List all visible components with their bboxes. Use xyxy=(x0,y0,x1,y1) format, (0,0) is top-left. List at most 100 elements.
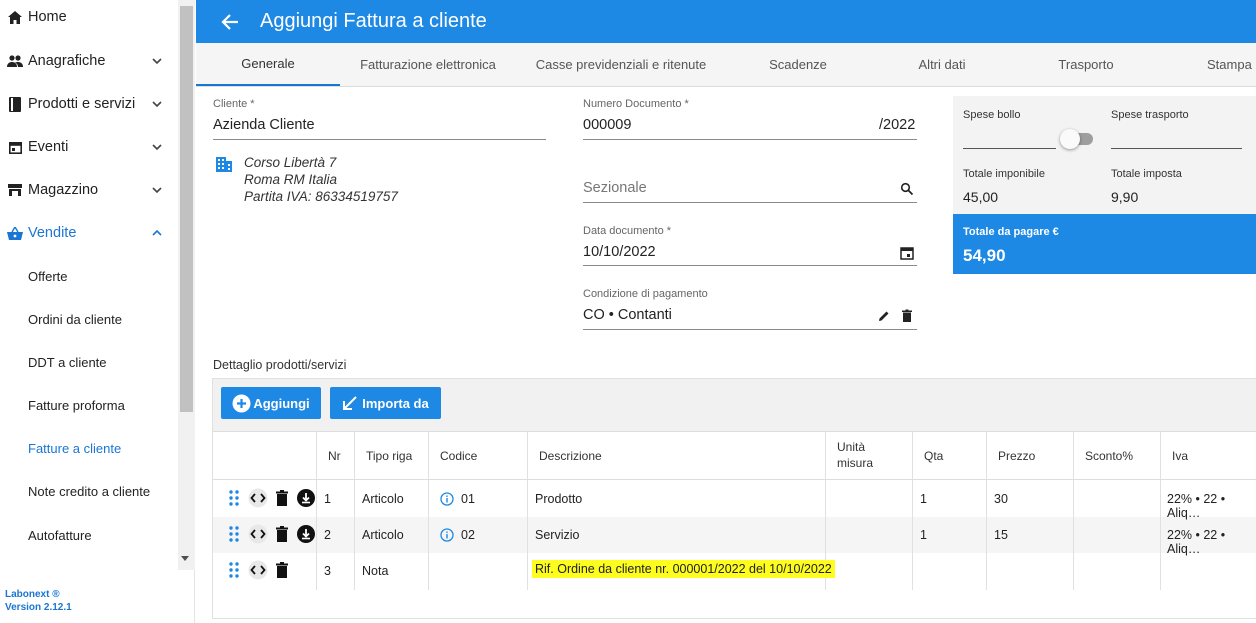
totale-imposta-label: Totale imposta xyxy=(1111,168,1182,180)
cell-qta[interactable]: 1 xyxy=(920,492,927,506)
column-header-prezzo: Prezzo xyxy=(998,449,1036,463)
home-icon xyxy=(7,9,23,25)
cliente-field[interactable]: Azienda Cliente xyxy=(213,117,315,133)
import-button[interactable]: Importa da xyxy=(330,387,441,419)
cell-qta[interactable]: 1 xyxy=(920,528,927,542)
add-circle-icon xyxy=(232,394,251,412)
add-row-button[interactable]: Aggiungi xyxy=(221,387,321,419)
drag-handle-icon[interactable] xyxy=(224,560,244,580)
delete-row-icon[interactable] xyxy=(272,560,292,580)
download-icon[interactable] xyxy=(296,524,316,544)
delete-row-icon[interactable] xyxy=(272,488,292,508)
numero-documento-label: Numero Documento * xyxy=(583,98,689,110)
sezionale-input[interactable]: Sezionale xyxy=(583,180,647,196)
sidebar-subitem-note-credito[interactable]: Note credito a cliente xyxy=(28,479,150,503)
tab-fatturazione-elettronica[interactable]: Fatturazione elettronica xyxy=(340,43,516,86)
cell-prezzo[interactable]: 30 xyxy=(994,492,1008,506)
download-icon[interactable] xyxy=(296,488,316,508)
column-header-codice: Codice xyxy=(440,449,478,463)
tab-stampa[interactable]: Stampa xyxy=(1186,43,1256,86)
column-header-descrizione: Descrizione xyxy=(539,449,602,463)
cell-prezzo[interactable]: 15 xyxy=(994,528,1008,542)
row-actions xyxy=(224,560,292,580)
sidebar-subitem-fatture[interactable]: Fatture a cliente xyxy=(28,436,121,460)
cliente-underline xyxy=(213,139,546,140)
drag-handle-icon[interactable] xyxy=(224,488,244,508)
cell-iva[interactable]: 22% • 22 • Aliq… xyxy=(1167,528,1256,556)
tab-trasporto[interactable]: Trasporto xyxy=(1014,43,1158,86)
import-button-label: Importa da xyxy=(362,395,429,411)
sidebar-item-home[interactable]: Home xyxy=(0,2,178,32)
data-documento-field[interactable]: 10/10/2022 xyxy=(583,244,656,260)
page-title: Aggiungi Fattura a cliente xyxy=(260,10,487,32)
totale-pagare-label: Totale da pagare € xyxy=(963,226,1059,238)
column-divider xyxy=(527,432,528,590)
cell-tipo: Articolo xyxy=(362,492,404,506)
spese-bollo-toggle-knob[interactable] xyxy=(1060,129,1080,149)
chevron-down-icon xyxy=(152,144,162,151)
address-vat: Partita IVA: 86334519757 xyxy=(244,189,398,204)
cell-codice: 02 xyxy=(461,528,475,542)
tab-casse-previdenziali[interactable]: Casse previdenziali e ritenute xyxy=(516,43,726,86)
spese-bollo-label: Spese bollo xyxy=(963,109,1021,121)
sidebar-subitem-offerte[interactable]: Offerte xyxy=(28,264,68,288)
edit-icon[interactable] xyxy=(877,309,891,323)
data-underline xyxy=(583,265,917,266)
sidebar-item-anagrafiche[interactable]: Anagrafiche xyxy=(0,46,178,76)
cell-codice: 01 xyxy=(461,492,475,506)
basket-icon xyxy=(7,225,23,241)
cell-descrizione[interactable]: Rif. Ordine da cliente nr. 000001/2022 d… xyxy=(532,560,835,578)
sidebar-item-label: Home xyxy=(28,9,67,25)
sidebar-item-magazzino[interactable]: Magazzino xyxy=(0,175,178,205)
column-header-qta: Qta xyxy=(924,449,944,463)
cell-descrizione[interactable]: Servizio xyxy=(535,528,579,542)
sidebar: Home Anagrafiche Prodotti e servizi Even… xyxy=(0,0,195,623)
delete-row-icon[interactable] xyxy=(272,524,292,544)
column-header-unita-line2: misura xyxy=(837,456,874,470)
sidebar-scrollbar-thumb[interactable] xyxy=(180,6,193,412)
condizione-pagamento-field[interactable]: CO • Contanti xyxy=(583,307,672,323)
cell-descrizione[interactable]: Prodotto xyxy=(535,492,582,506)
cell-nr: 1 xyxy=(324,492,331,506)
totale-pagare-value: 54,90 xyxy=(963,246,1006,265)
info-icon[interactable] xyxy=(440,528,454,542)
numero-documento-field[interactable]: 000009 xyxy=(583,117,631,133)
cell-iva[interactable]: 22% • 22 • Aliq… xyxy=(1167,492,1256,520)
chevron-down-icon xyxy=(152,187,162,194)
drag-handle-icon[interactable] xyxy=(224,524,244,544)
sidebar-subitem-ordini[interactable]: Ordini da cliente xyxy=(28,307,122,331)
code-icon[interactable] xyxy=(248,524,268,544)
details-section-title: Dettaglio prodotti/servizi xyxy=(213,358,347,372)
calendar-icon[interactable] xyxy=(900,246,914,260)
info-icon[interactable] xyxy=(440,492,454,506)
row-actions xyxy=(224,524,316,544)
search-icon[interactable] xyxy=(900,182,914,196)
column-divider xyxy=(1073,432,1074,590)
sezionale-underline xyxy=(583,202,917,203)
people-icon xyxy=(7,53,23,69)
sidebar-item-vendite[interactable]: Vendite xyxy=(0,218,178,248)
condizione-pagamento-label: Condizione di pagamento xyxy=(583,288,708,300)
delete-icon[interactable] xyxy=(900,309,914,323)
building-icon xyxy=(216,157,232,172)
column-divider xyxy=(986,432,987,590)
cell-tipo: Articolo xyxy=(362,528,404,542)
address-city: Roma RM Italia xyxy=(244,172,338,187)
scroll-down-arrow[interactable] xyxy=(181,556,189,561)
code-icon[interactable] xyxy=(248,560,268,580)
calendar-icon xyxy=(7,139,23,155)
back-arrow-icon[interactable] xyxy=(220,12,240,32)
sidebar-item-prodotti[interactable]: Prodotti e servizi xyxy=(0,89,178,119)
sidebar-subitem-ddt[interactable]: DDT a cliente xyxy=(28,350,107,374)
tab-scadenze[interactable]: Scadenze xyxy=(726,43,870,86)
sidebar-subitem-autofatture[interactable]: Autofatture xyxy=(28,523,92,547)
spese-trasporto-field[interactable] xyxy=(1111,148,1242,149)
tab-altri-dati[interactable]: Altri dati xyxy=(870,43,1014,86)
code-icon[interactable] xyxy=(248,488,268,508)
brand-name: Labonext ® xyxy=(5,589,60,600)
tab-generale[interactable]: Generale xyxy=(196,43,340,86)
sidebar-subitem-proforma[interactable]: Fatture proforma xyxy=(28,393,125,417)
sidebar-item-label: Anagrafiche xyxy=(28,53,106,69)
sidebar-item-eventi[interactable]: Eventi xyxy=(0,132,178,162)
numero-documento-suffix: /2022 xyxy=(879,117,916,133)
